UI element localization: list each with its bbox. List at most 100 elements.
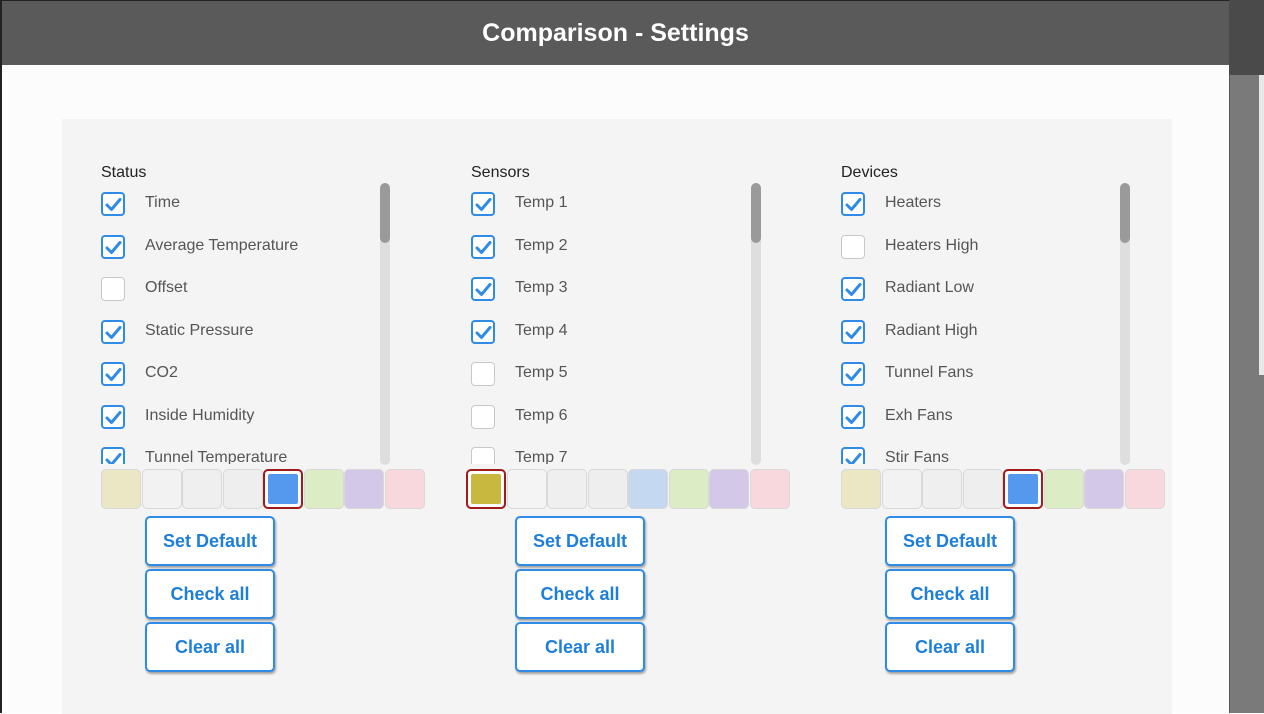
checkbox-checked[interactable]	[841, 192, 865, 216]
set-default-button[interactable]: Set Default	[515, 516, 645, 566]
color-swatch[interactable]	[506, 469, 547, 509]
checkbox-item[interactable]: Inside Humidity	[101, 402, 391, 432]
check-icon	[475, 198, 492, 211]
devices-list[interactable]: Heaters Heaters High Radiant Low Radiant Hi…	[841, 189, 1141, 464]
checkbox-checked[interactable]	[841, 277, 865, 301]
color-swatch[interactable]	[466, 469, 506, 509]
checkbox-checked[interactable]	[101, 404, 125, 429]
checkbox-item[interactable]: Tunnel Fans	[841, 359, 1131, 389]
checkbox-item[interactable]: Temp 2	[471, 232, 761, 262]
checkbox-item[interactable]: Temp 5	[471, 359, 761, 389]
checkbox-item[interactable]: Radiant Low	[841, 274, 1131, 304]
check-icon	[105, 325, 122, 339]
checkbox-checked[interactable]	[471, 234, 495, 259]
checkbox-label: Tunnel Fans	[885, 364, 974, 381]
checkbox-unchecked[interactable]	[471, 362, 495, 386]
checkbox-checked[interactable]	[471, 319, 495, 344]
check-all-button[interactable]: Check all	[885, 569, 1015, 619]
checkbox-checked[interactable]	[471, 192, 495, 216]
color-swatch[interactable]	[263, 469, 303, 509]
color-swatch[interactable]	[1003, 469, 1043, 509]
checkbox-item[interactable]: Exh Fans	[841, 402, 1131, 432]
checkbox-item[interactable]: Radiant High	[841, 317, 1131, 347]
sensors-list-scrollbar[interactable]	[751, 183, 761, 465]
checkbox-item[interactable]: Offset	[101, 274, 391, 304]
color-swatch[interactable]	[587, 469, 628, 509]
checkbox-item[interactable]: Temp 1	[471, 189, 761, 219]
checkbox-unchecked[interactable]	[471, 447, 495, 464]
checkbox-checked[interactable]	[841, 404, 865, 429]
checkbox-item[interactable]: Heaters High	[841, 232, 1131, 262]
color-swatch[interactable]	[922, 469, 962, 509]
checkbox-checked[interactable]	[841, 319, 865, 344]
color-swatch[interactable]	[749, 469, 790, 509]
sensors-list[interactable]: Temp 1 Temp 2 Temp 3 Temp 4 Temp 5 Temp 6 Temp…	[471, 189, 771, 464]
scrollbar-thumb[interactable]	[751, 183, 761, 243]
check-icon	[105, 240, 122, 254]
check-icon	[105, 410, 122, 424]
color-swatch[interactable]	[182, 469, 222, 509]
color-swatch[interactable]	[881, 469, 922, 509]
color-swatch[interactable]	[547, 469, 587, 509]
color-swatch[interactable]	[1084, 469, 1124, 509]
color-swatch[interactable]	[628, 469, 668, 509]
check-all-button[interactable]: Check all	[515, 569, 645, 619]
checkbox-label: CO2	[145, 364, 178, 381]
color-swatch[interactable]	[303, 469, 344, 509]
color-swatch[interactable]	[962, 469, 1003, 509]
color-swatch[interactable]	[101, 469, 141, 509]
checkbox-checked[interactable]	[841, 362, 865, 386]
checkbox-item[interactable]: Tunnel Temperature	[101, 444, 391, 464]
status-list[interactable]: Time Average Temperature Offset Static Pres…	[101, 189, 401, 464]
checkbox-unchecked[interactable]	[841, 234, 865, 259]
checkbox-item[interactable]: Temp 4	[471, 317, 761, 347]
check-icon	[475, 283, 492, 296]
checkbox-item[interactable]: CO2	[101, 359, 391, 389]
color-swatch[interactable]	[841, 469, 881, 509]
checkbox-checked[interactable]	[101, 447, 125, 464]
checkbox-checked[interactable]	[841, 447, 865, 464]
check-icon	[845, 453, 862, 464]
checkbox-item[interactable]: Static Pressure	[101, 317, 391, 347]
set-default-button[interactable]: Set Default	[885, 516, 1015, 566]
checkbox-unchecked[interactable]	[101, 277, 125, 301]
window-scrollbar-thumb[interactable]	[1229, 75, 1264, 713]
checkbox-item[interactable]: Heaters	[841, 189, 1131, 219]
checkbox-item[interactable]: Temp 6	[471, 402, 761, 432]
color-swatch[interactable]	[709, 469, 749, 509]
color-swatch[interactable]	[141, 469, 182, 509]
checkbox-checked[interactable]	[101, 319, 125, 344]
color-swatch[interactable]	[344, 469, 384, 509]
set-default-button[interactable]: Set Default	[145, 516, 275, 566]
clear-all-button[interactable]: Clear all	[145, 622, 275, 672]
checkbox-label: Heaters High	[885, 236, 979, 254]
color-swatch[interactable]	[1043, 469, 1084, 509]
checkbox-checked[interactable]	[101, 234, 125, 259]
checkbox-item[interactable]: Temp 7	[471, 444, 761, 464]
color-swatch[interactable]	[384, 469, 425, 509]
clear-all-button[interactable]: Clear all	[885, 622, 1015, 672]
window-scrollbar[interactable]	[1229, 0, 1264, 713]
status-list-scrollbar[interactable]	[380, 183, 390, 465]
color-swatch[interactable]	[1124, 469, 1165, 509]
column-title-sensors: Sensors	[471, 164, 530, 181]
color-swatch[interactable]	[668, 469, 709, 509]
checkbox-label: Average Temperature	[145, 236, 299, 254]
checkbox-label: Inside Humidity	[145, 406, 255, 424]
scrollbar-thumb[interactable]	[1120, 183, 1130, 243]
check-all-button[interactable]: Check all	[145, 569, 275, 619]
checkbox-item[interactable]: Temp 3	[471, 274, 761, 304]
checkbox-item[interactable]: Stir Fans	[841, 444, 1131, 464]
color-swatch[interactable]	[222, 469, 263, 509]
checkbox-checked[interactable]	[101, 362, 125, 386]
checkbox-checked[interactable]	[471, 277, 495, 301]
checkbox-checked[interactable]	[101, 192, 125, 216]
checkbox-item[interactable]: Average Temperature	[101, 232, 391, 262]
clear-all-button[interactable]: Clear all	[515, 622, 645, 672]
checkbox-unchecked[interactable]	[471, 404, 495, 429]
checkbox-item[interactable]: Time	[101, 189, 391, 219]
scrollbar-thumb[interactable]	[380, 183, 390, 243]
check-icon	[105, 453, 122, 464]
devices-list-scrollbar[interactable]	[1120, 183, 1130, 465]
checkbox-label: Radiant High	[885, 321, 978, 339]
